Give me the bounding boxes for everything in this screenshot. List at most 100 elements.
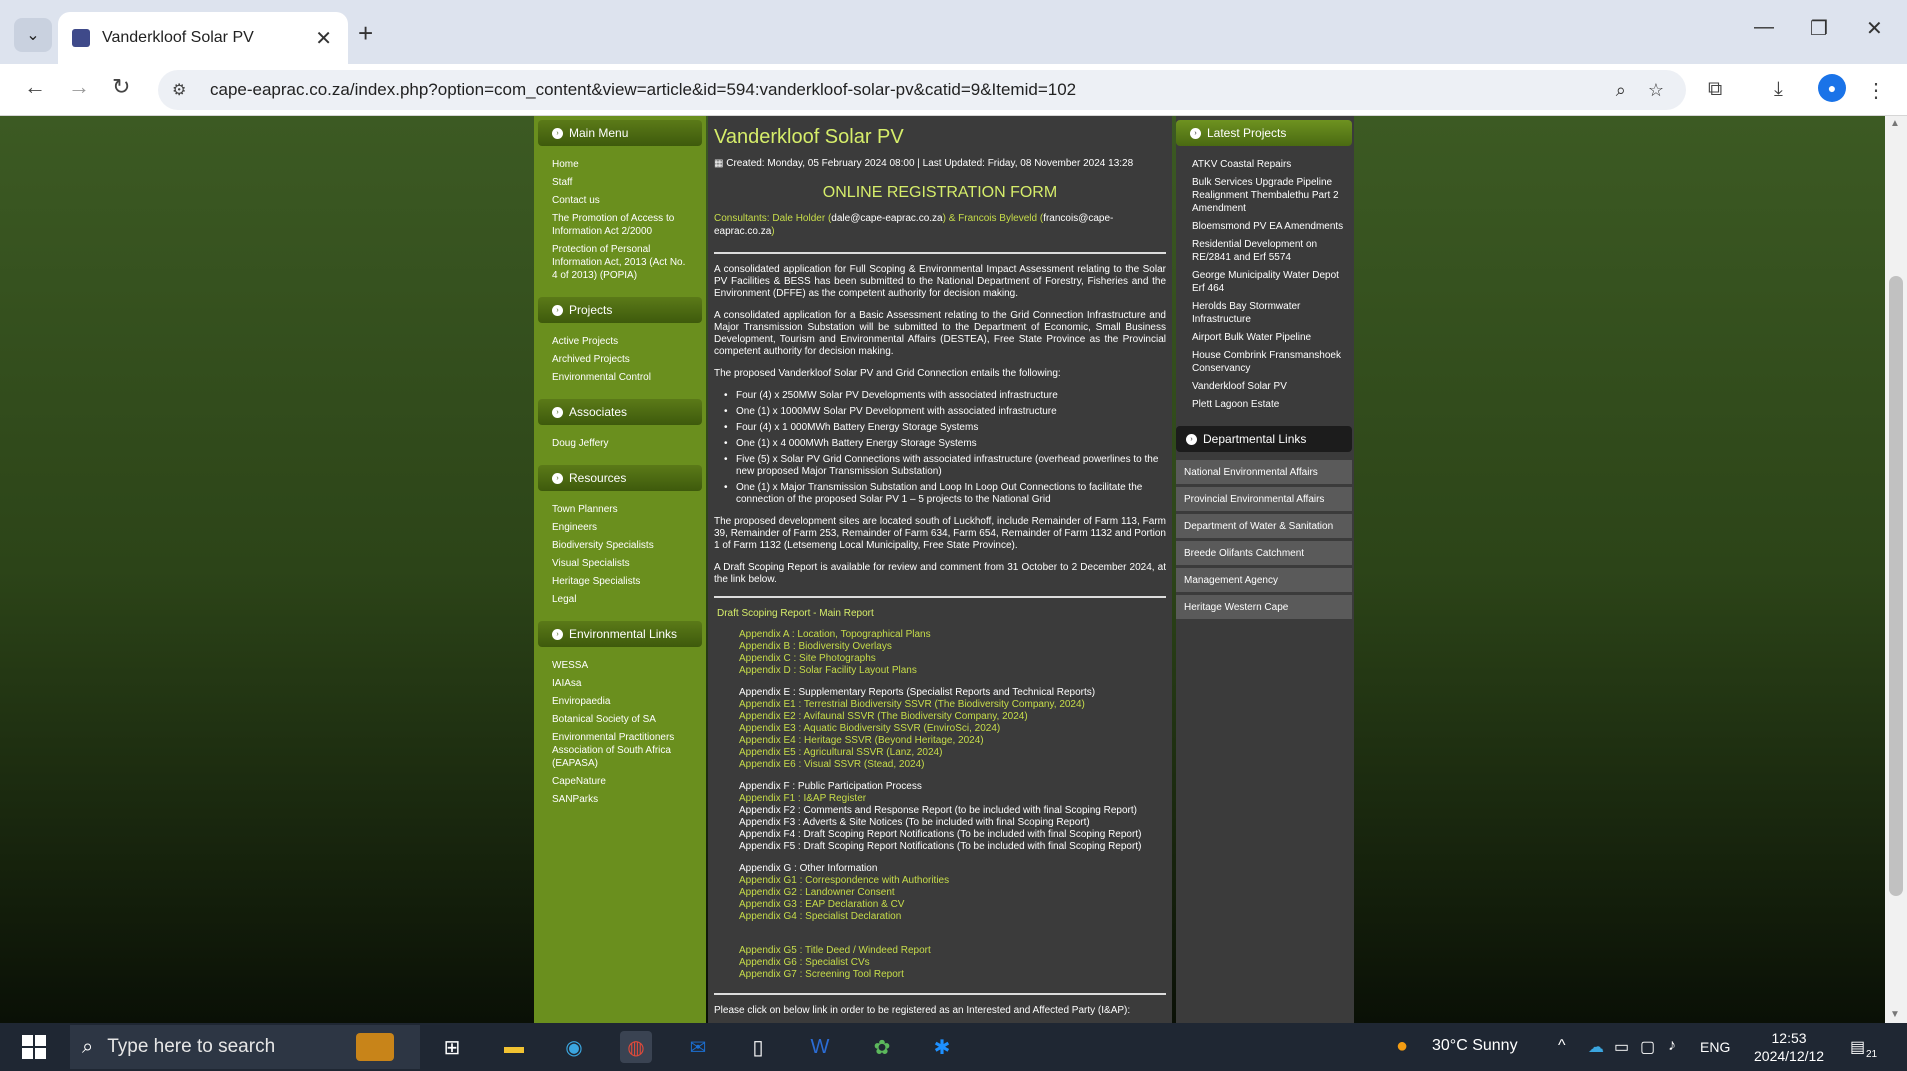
weather-text[interactable]: 30°C Sunny <box>1432 1037 1518 1055</box>
scroll-down-icon[interactable]: ▼ <box>1890 1009 1900 1020</box>
departmental-link[interactable]: Breede Olifants Catchment <box>1176 541 1352 565</box>
sidebar-menu-item[interactable]: Engineers <box>552 521 692 534</box>
sidebar-menu-item[interactable]: Environmental Practitioners Association … <box>552 731 692 770</box>
tab-search-button[interactable]: ⌄ <box>14 18 52 52</box>
latest-project-link[interactable]: Vanderkloof Solar PV <box>1192 380 1344 393</box>
appendix-link[interactable]: Appendix B : Biodiversity Overlays <box>739 641 1166 653</box>
minimize-icon[interactable]: — <box>1754 16 1774 39</box>
sidebar-menu-item[interactable]: Home <box>552 158 692 171</box>
appendix-link[interactable]: Appendix G7 : Screening Tool Report <box>739 969 1166 981</box>
word-icon[interactable]: W <box>804 1031 836 1063</box>
sidebar-menu-item[interactable]: Town Planners <box>552 503 692 516</box>
departmental-link[interactable]: Management Agency <box>1176 568 1352 592</box>
sidebar-menu-item[interactable]: SANParks <box>552 793 692 806</box>
departmental-link[interactable]: Heritage Western Cape <box>1176 595 1352 619</box>
plant-app-icon[interactable]: ✿ <box>866 1031 898 1063</box>
battery-icon[interactable]: ▭ <box>1614 1037 1629 1057</box>
language-indicator[interactable]: ENG <box>1700 1039 1730 1055</box>
latest-project-link[interactable]: Herolds Bay Stormwater Infrastructure <box>1192 300 1344 326</box>
appendix-link[interactable]: Appendix E6 : Visual SSVR (Stead, 2024) <box>739 759 1166 771</box>
latest-project-link[interactable]: George Municipality Water Depot Erf 464 <box>1192 269 1344 295</box>
departmental-link[interactable]: Department of Water & Sanitation <box>1176 514 1352 538</box>
windows-start-icon[interactable] <box>22 1035 46 1059</box>
latest-project-link[interactable]: Plett Lagoon Estate <box>1192 398 1344 411</box>
sidebar-menu-item[interactable]: IAIAsa <box>552 677 692 690</box>
appendix-link[interactable]: Appendix G6 : Specialist CVs <box>739 957 1166 969</box>
sidebar-menu-item[interactable]: Contact us <box>552 194 692 207</box>
notification-icon[interactable]: ▤ <box>1850 1037 1865 1057</box>
onedrive-icon[interactable]: ☁ <box>1588 1037 1604 1057</box>
latest-project-link[interactable]: House Combrink Fransmanshoek Conservancy <box>1192 349 1344 375</box>
active-tab[interactable]: Vanderkloof Solar PV ✕ <box>58 12 348 64</box>
sidebar-menu-item[interactable]: Botanical Society of SA <box>552 713 692 726</box>
bluetooth-icon[interactable]: ✱ <box>926 1031 958 1063</box>
system-clock[interactable]: 12:53 2024/12/12 <box>1754 1029 1824 1065</box>
sidebar-menu-item[interactable]: Active Projects <box>552 335 692 348</box>
appendix-link[interactable]: Appendix G5 : Title Deed / Windeed Repor… <box>739 945 1166 957</box>
tray-chevron-icon[interactable]: ^ <box>1558 1037 1566 1055</box>
sidebar-menu-item[interactable]: Doug Jeffery <box>552 437 692 450</box>
sidebar-menu-item[interactable]: Legal <box>552 593 692 606</box>
latest-project-link[interactable]: Residential Development on RE/2841 and E… <box>1192 238 1344 264</box>
edge-icon[interactable]: ◉ <box>558 1031 590 1063</box>
new-tab-button[interactable]: + <box>358 18 373 49</box>
network-icon[interactable]: ▢ <box>1640 1037 1655 1057</box>
sidebar-menu-item[interactable]: Biodiversity Specialists <box>552 539 692 552</box>
email-link-dale[interactable]: dale@cape-eaprac.co.za <box>831 213 942 224</box>
outlook-icon[interactable]: ✉ <box>682 1031 714 1063</box>
scrollbar-thumb[interactable] <box>1889 276 1903 896</box>
notepad-icon[interactable]: ▯ <box>742 1031 774 1063</box>
appendix-link[interactable]: Appendix E1 : Terrestrial Biodiversity S… <box>739 699 1166 711</box>
task-view-icon[interactable]: ⊞ <box>436 1031 468 1063</box>
sidebar-menu-item[interactable]: The Promotion of Access to Information A… <box>552 212 692 238</box>
file-explorer-icon[interactable]: ▬ <box>498 1031 530 1063</box>
latest-project-link[interactable]: ATKV Coastal Repairs <box>1192 158 1344 171</box>
chrome-icon[interactable]: ◍ <box>620 1031 652 1063</box>
bookmark-star-icon[interactable]: ☆ <box>1648 80 1664 101</box>
forward-icon[interactable]: → <box>68 74 90 100</box>
appendix-link[interactable]: Appendix G2 : Landowner Consent <box>739 887 1166 899</box>
download-icon[interactable]: ⤓ <box>1774 78 1783 101</box>
sidebar-menu-item[interactable]: Enviropaedia <box>552 695 692 708</box>
sidebar-menu-item[interactable]: Environmental Control <box>552 371 692 384</box>
sidebar-menu-item[interactable]: Heritage Specialists <box>552 575 692 588</box>
appendix-link[interactable]: Appendix E2 : Avifaunal SSVR (The Biodiv… <box>739 711 1166 723</box>
sidebar-menu-item[interactable]: Visual Specialists <box>552 557 692 570</box>
reload-icon[interactable]: ↻ <box>112 74 130 100</box>
taskbar-search[interactable]: ⌕ Type here to search <box>70 1025 420 1069</box>
appendix-link[interactable]: Appendix G1 : Correspondence with Author… <box>739 875 1166 887</box>
restore-icon[interactable]: ❐ <box>1810 16 1828 41</box>
sidebar-menu-item[interactable]: Archived Projects <box>552 353 692 366</box>
appendix-link[interactable]: Appendix E5 : Agricultural SSVR (Lanz, 2… <box>739 747 1166 759</box>
latest-project-link[interactable]: Airport Bulk Water Pipeline <box>1192 331 1344 344</box>
appendix-link[interactable]: Appendix C : Site Photographs <box>739 653 1166 665</box>
latest-project-link[interactable]: Bloemsmond PV EA Amendments <box>1192 220 1344 233</box>
sidebar-menu-item[interactable]: CapeNature <box>552 775 692 788</box>
close-window-icon[interactable]: ✕ <box>1866 16 1883 41</box>
appendix-link[interactable]: Appendix G3 : EAP Declaration & CV <box>739 899 1166 911</box>
departmental-link[interactable]: Provincial Environmental Affairs <box>1176 487 1352 511</box>
profile-avatar[interactable]: ● <box>1818 74 1846 102</box>
latest-project-link[interactable]: Bulk Services Upgrade Pipeline Realignme… <box>1192 176 1344 215</box>
address-bar[interactable]: ⚙ cape-eaprac.co.za/index.php?option=com… <box>158 70 1686 110</box>
appendix-link[interactable]: Appendix F1 : I&AP Register <box>739 793 1166 805</box>
page-scrollbar[interactable]: ▲ ▼ <box>1885 116 1907 1023</box>
appendix-link[interactable]: Appendix E4 : Heritage SSVR (Beyond Heri… <box>739 735 1166 747</box>
sidebar-menu-item[interactable]: Protection of Personal Information Act, … <box>552 243 692 282</box>
sidebar-menu-item[interactable]: WESSA <box>552 659 692 672</box>
zoom-icon[interactable]: ⌕ <box>1616 80 1626 101</box>
appendix-link[interactable]: Appendix A : Location, Topographical Pla… <box>739 629 1166 641</box>
main-report-link[interactable]: Draft Scoping Report - Main Report <box>717 608 1166 619</box>
extensions-icon[interactable]: ⧉ <box>1708 78 1722 101</box>
departmental-link[interactable]: National Environmental Affairs <box>1176 460 1352 484</box>
more-menu-icon[interactable]: ⋮ <box>1866 78 1886 103</box>
volume-icon[interactable]: ♪ <box>1668 1037 1676 1055</box>
appendix-link[interactable]: Appendix E3 : Aquatic Biodiversity SSVR … <box>739 723 1166 735</box>
scroll-up-icon[interactable]: ▲ <box>1890 118 1900 129</box>
appendix-link[interactable]: Appendix G4 : Specialist Declaration <box>739 911 1166 923</box>
appendix-link[interactable]: Appendix D : Solar Facility Layout Plans <box>739 665 1166 677</box>
sidebar-menu-item[interactable]: Staff <box>552 176 692 189</box>
back-icon[interactable]: ← <box>24 74 46 100</box>
weather-sun-icon[interactable]: ● <box>1396 1035 1408 1058</box>
site-info-icon[interactable]: ⚙ <box>172 80 202 100</box>
